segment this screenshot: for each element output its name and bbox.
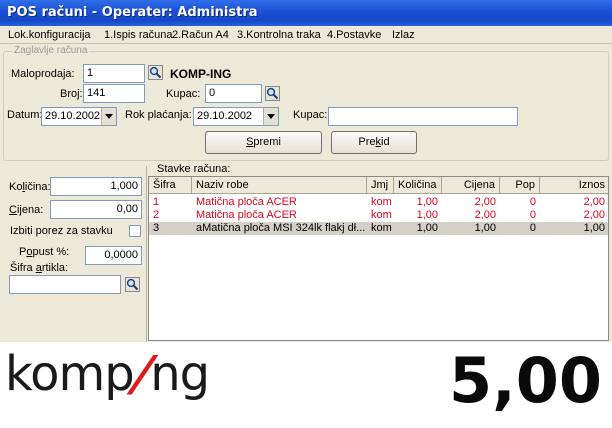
datum-value: 29.10.2002 — [45, 110, 101, 122]
sifra-artikla-label: Šifra artikla: — [10, 262, 69, 274]
spremi-button[interactable]: Spremi — [205, 131, 322, 154]
menu-izlaz[interactable]: Izlaz — [392, 29, 415, 41]
company-name: KOMP-ING — [170, 67, 232, 81]
col-kolicina[interactable]: Količina — [394, 177, 442, 194]
komping-logo: komp/ng — [5, 346, 210, 402]
cell-kolicina: 1,00 — [416, 196, 438, 208]
kupac-input[interactable]: 0 — [205, 84, 262, 103]
cijena-label: Cijena: — [9, 204, 44, 216]
menu-racun-a4[interactable]: 2.Račun A4 — [172, 29, 229, 41]
items-grid[interactable]: Šifra Naziv robe Jmj Količina Cijena Pop… — [148, 176, 609, 341]
datum-combobox[interactable]: 29.10.2002 — [41, 107, 117, 126]
table-row-selected[interactable]: 3 aMatična ploča MSI 324lk flakj dł... k… — [149, 222, 608, 235]
cell-cijena: 2,00 — [474, 196, 496, 208]
izbiti-porez-label: Izbiti porez za stavku — [10, 225, 113, 237]
kolicina-input[interactable]: 1,000 — [50, 177, 142, 196]
broj-label: Broj: — [60, 88, 83, 100]
kupac-name-input[interactable] — [328, 107, 518, 126]
prekid-button[interactable]: Prekid — [331, 131, 417, 154]
rok-placanja-label: Rok plaćanja: — [125, 109, 192, 121]
cell-naziv: Matična ploča ACER — [196, 209, 297, 221]
total-display: komp/ng 5,00 — [0, 342, 612, 428]
total-amount: 5,00 — [449, 344, 602, 417]
maloprodaja-input[interactable]: 1 — [83, 64, 145, 83]
menu-postavke[interactable]: 4.Postavke — [327, 29, 381, 41]
cell-pop: 0 — [529, 222, 536, 234]
menu-bar: Lok.konfiguracija 1.Ispis računa 2.Račun… — [0, 26, 612, 44]
col-sifra[interactable]: Šifra — [149, 177, 192, 194]
cell-pop: 0 — [529, 196, 536, 208]
rok-placanja-value: 29.10.2002 — [197, 110, 253, 122]
menu-lok-konfiguracija[interactable]: Lok.konfiguracija — [8, 29, 91, 41]
kupac-name-label: Kupac: — [293, 109, 328, 121]
cell-pop: 0 — [529, 209, 536, 221]
col-naziv-robe[interactable]: Naziv robe — [192, 177, 367, 194]
popust-label: Popust %: — [19, 246, 70, 258]
datum-dropdown-button[interactable] — [101, 108, 116, 125]
cijena-input[interactable]: 0,00 — [50, 200, 142, 219]
cell-sifra: 3 — [153, 222, 160, 234]
col-cijena[interactable]: Cijena — [442, 177, 500, 194]
search-icon — [266, 87, 279, 100]
cell-jmj: kom — [371, 196, 392, 208]
kolicina-label: Količina: — [9, 181, 51, 193]
cell-sifra: 2 — [153, 209, 160, 221]
rok-placanja-combobox[interactable]: 29.10.2002 — [193, 107, 279, 126]
maloprodaja-label: Maloprodaja: — [11, 68, 75, 80]
rok-dropdown-button[interactable] — [263, 108, 278, 125]
izbiti-porez-checkbox[interactable] — [129, 225, 141, 237]
datum-label: Datum: — [7, 109, 43, 121]
chevron-down-icon — [267, 114, 275, 119]
table-row[interactable]: 2 Matična ploča ACER kom 1,00 2,00 0 2,0… — [149, 209, 608, 222]
kupac-search-button[interactable] — [265, 86, 280, 101]
grid-header: Šifra Naziv robe Jmj Količina Cijena Pop… — [149, 177, 608, 194]
search-icon — [149, 66, 162, 79]
menu-kontrolna-traka[interactable]: 3.Kontrolna traka — [237, 29, 321, 41]
cell-iznos: 2,00 — [583, 196, 605, 208]
popust-input[interactable]: 0,0000 — [85, 246, 142, 265]
table-row[interactable]: 1 Matična ploča ACER kom 1,00 2,00 0 2,0… — [149, 196, 608, 209]
cell-jmj: kom — [371, 222, 392, 234]
cell-iznos: 2,00 — [583, 209, 605, 221]
kupac-label: Kupac: — [166, 88, 201, 100]
cell-jmj: kom — [371, 209, 392, 221]
cell-cijena: 2,00 — [474, 209, 496, 221]
main-panel: Zaglavlje računa Maloprodaja: 1 KOMP-ING… — [0, 44, 612, 342]
sifra-search-button[interactable] — [125, 277, 140, 292]
cell-naziv: Matična ploča ACER — [196, 196, 297, 208]
groupbox-legend: Zaglavlje računa — [12, 45, 90, 56]
menu-ispis-racuna[interactable]: 1.Ispis računa — [104, 29, 172, 41]
maloprodaja-search-button[interactable] — [148, 65, 163, 80]
col-pop[interactable]: Pop — [500, 177, 540, 194]
broj-input[interactable]: 141 — [83, 84, 145, 103]
table-title: Stavke računa: — [157, 163, 231, 175]
cell-naziv: aMatična ploča MSI 324lk flakj dł... — [196, 222, 366, 234]
cell-kolicina: 1,00 — [416, 222, 438, 234]
cell-cijena: 1,00 — [474, 222, 496, 234]
search-icon — [126, 278, 139, 291]
cell-iznos: 1,00 — [583, 222, 605, 234]
col-iznos[interactable]: Iznos — [540, 177, 609, 194]
cell-kolicina: 1,00 — [416, 209, 438, 221]
cell-sifra: 1 — [153, 196, 160, 208]
sifra-artikla-input[interactable] — [9, 275, 121, 294]
chevron-down-icon — [105, 114, 113, 119]
window-title: POS računi - Operater: Administra — [0, 0, 612, 26]
col-jmj[interactable]: Jmj — [367, 177, 394, 194]
